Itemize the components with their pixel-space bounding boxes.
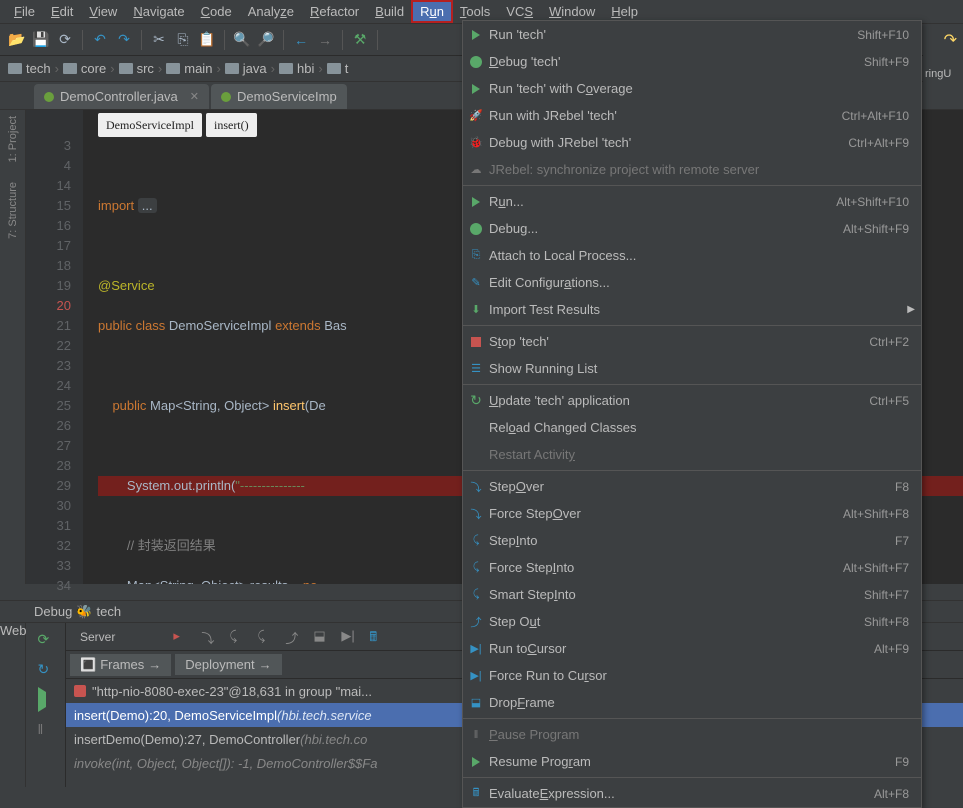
paste-icon[interactable]: 📋 [198,31,216,49]
left-toolwindow-bar: 1: Project 7: Structure [0,110,26,584]
mi-dropframe[interactable]: ⬓Drop Frame [463,689,921,716]
rerun-icon[interactable]: ⟳ [38,631,54,647]
mi-run-tech[interactable]: Run 'tech'Shift+F10 [463,21,921,48]
menu-run[interactable]: Run [412,1,452,22]
mi-fstepover[interactable]: ⤵Force Step OverAlt+Shift+F8 [463,500,921,527]
pause-icon[interactable]: ‖ [38,721,54,737]
mi-coverage[interactable]: Run 'tech' with Coverage [463,75,921,102]
mi-evaluate[interactable]: 🖩Evaluate Expression...Alt+F8 [463,780,921,807]
bc-core[interactable]: core› [63,61,115,76]
dbg-runcursor-icon[interactable]: ▶| [341,628,359,646]
menu-view[interactable]: View [81,1,125,22]
breadcrumb-class[interactable]: DemoServiceImpl [98,113,202,137]
mi-reload[interactable]: Reload Changed Classes [463,414,921,441]
open-icon[interactable]: 📂 [8,31,26,49]
menu-file[interactable]: File [6,1,43,22]
mi-showrun[interactable]: ☰Show Running List [463,355,921,382]
menu-navigate[interactable]: Navigate [125,1,192,22]
mi-editconf[interactable]: ✎Edit Configurations... [463,269,921,296]
mi-runcursor[interactable]: ▶|Run to CursorAlt+F9 [463,635,921,662]
bc-tech[interactable]: tech› [8,61,59,76]
resume-icon[interactable] [38,691,54,707]
mi-stepout[interactable]: ⤴Step OutShift+F8 [463,608,921,635]
dbg-dropframe-icon[interactable]: ⬓ [313,628,331,646]
save-icon[interactable]: 💾 [32,31,50,49]
thread-icon [74,685,86,697]
back-icon[interactable]: ← [292,31,310,49]
forward-icon[interactable]: → [316,31,334,49]
bc-t[interactable]: t [327,61,349,76]
mi-pause: ‖Pause Program [463,721,921,748]
mi-debug-tech[interactable]: Debug 'tech'Shift+F9 [463,48,921,75]
mi-jrebel-debug[interactable]: 🐞Debug with JRebel 'tech'Ctrl+Alt+F9 [463,129,921,156]
mi-run[interactable]: Run...Alt+Shift+F10 [463,188,921,215]
mi-smartstep[interactable]: ⤹Smart Step IntoShift+F7 [463,581,921,608]
debug-left-gutter: Web [0,623,26,787]
update-icon[interactable]: ↻ [38,661,54,677]
mi-update[interactable]: Update 'tech' applicationCtrl+F5 [463,387,921,414]
stop-icon[interactable] [38,751,54,767]
right-tab-partial[interactable]: ringU [923,52,963,96]
menu-window[interactable]: Window [541,1,603,22]
toolwindow-project[interactable]: 1: Project [7,116,19,162]
toolwindow-structure[interactable]: 7: Structure [7,182,19,239]
dbg-stepover-icon[interactable]: ⤵ [201,628,219,646]
mi-fstepinto[interactable]: ⤹Force Step IntoAlt+Shift+F7 [463,554,921,581]
find-icon[interactable]: 🔍 [233,31,251,49]
mi-stop[interactable]: Stop 'tech'Ctrl+F2 [463,328,921,355]
dbg-stepout-icon[interactable]: ⤴ [285,628,303,646]
menu-build[interactable]: Build [367,1,412,22]
mi-resume[interactable]: Resume ProgramF9 [463,748,921,775]
frames-tab[interactable]: 🔳 Frames→ [70,654,171,676]
redo-top-icon[interactable]: ↷ [944,30,957,50]
menu-refactor[interactable]: Refactor [302,1,367,22]
breadcrumb-method[interactable]: insert() [206,113,257,137]
deployment-tab[interactable]: Deployment → [175,654,281,675]
tab-demoserviceimpl[interactable]: DemoServiceImp [211,84,347,109]
bc-src[interactable]: src› [119,61,163,76]
toolwindow-web[interactable]: Web [0,623,25,638]
menu-help[interactable]: Help [603,1,646,22]
menu-analyze[interactable]: Analyze [240,1,302,22]
mi-attach[interactable]: ⎘Attach to Local Process... [463,242,921,269]
dbg-eval-icon[interactable]: 🖩 [369,628,387,646]
menu-tools[interactable]: Tools [452,1,498,22]
copy-icon[interactable]: ⎘ [174,31,192,49]
bc-java[interactable]: java› [225,61,275,76]
menu-code[interactable]: Code [193,1,240,22]
replace-icon[interactable]: 🔎 [257,31,275,49]
mi-debug[interactable]: Debug...Alt+Shift+F9 [463,215,921,242]
menu-edit[interactable]: Edit [43,1,81,22]
dbg-fstepinto-icon[interactable]: ⤹ [257,628,275,646]
sync-icon[interactable]: ⟳ [56,31,74,49]
tab-democontroller[interactable]: DemoController.java✕ [34,84,209,109]
mi-importtr[interactable]: ⬇Import Test Results▶ [463,296,921,323]
undo-icon[interactable]: ↶ [91,31,109,49]
run-menu-dropdown: Run 'tech'Shift+F10 Debug 'tech'Shift+F9… [462,20,922,808]
mi-jrebel-sync: ☁JRebel: synchronize project with remote… [463,156,921,183]
bee-icon: 🐝 [76,604,92,620]
debug-tab-server[interactable]: Server [72,626,123,648]
mi-jrebel-run[interactable]: 🚀Run with JRebel 'tech'Ctrl+Alt+F10 [463,102,921,129]
bc-hbi[interactable]: hbi› [279,61,323,76]
editor-gutter: 3 4 14 15 16 17 18 19 20 21 22 23 24 25 … [26,110,84,584]
mi-stepover[interactable]: ⤵Step OverF8 [463,473,921,500]
dbg-ico1[interactable]: ▸ [173,628,191,646]
mi-restart: Restart Activity [463,441,921,468]
mi-fruncursor[interactable]: ▶|Force Run to Cursor [463,662,921,689]
dbg-stepinto-icon[interactable]: ⤹ [229,628,247,646]
mi-stepinto[interactable]: ⤹Step IntoF7 [463,527,921,554]
build-icon[interactable]: ⚒ [351,31,369,49]
menu-vcs[interactable]: VCS [498,1,541,22]
bc-main[interactable]: main› [166,61,221,76]
debug-toolbar: ⟳ ↻ ‖ [26,623,66,787]
close-icon[interactable]: ✕ [190,90,199,103]
cut-icon[interactable]: ✂ [150,31,168,49]
redo-icon[interactable]: ↷ [115,31,133,49]
